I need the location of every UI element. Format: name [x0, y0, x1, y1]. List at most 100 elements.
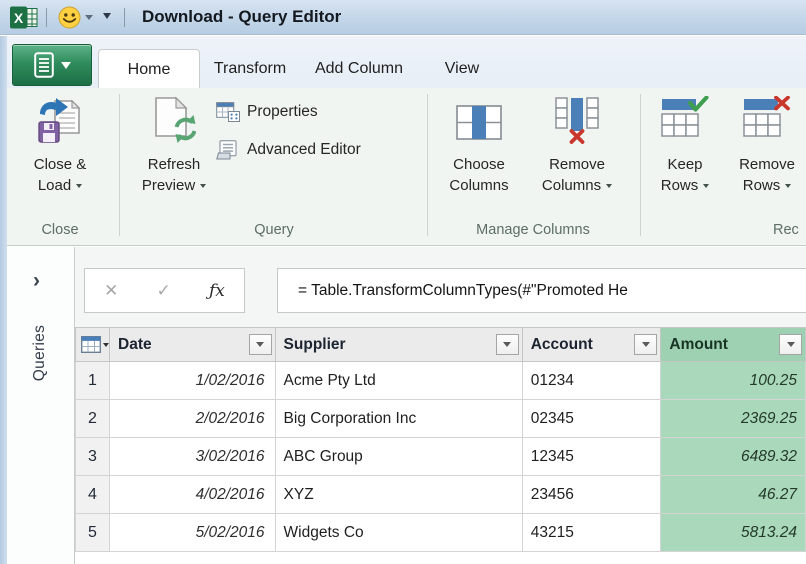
file-menu-button[interactable] — [12, 44, 92, 86]
button-label: Remove — [549, 156, 605, 173]
cell-date[interactable]: 4/02/2016 — [110, 476, 276, 514]
filter-button-amount[interactable] — [779, 334, 802, 355]
table-row: 1 1/02/2016 Acme Pty Ltd 01234 100.25 — [76, 362, 806, 400]
toolbar-customize-icon[interactable] — [100, 11, 113, 19]
row-number[interactable]: 4 — [76, 476, 110, 514]
button-label: Preview — [142, 177, 195, 194]
column-header-date[interactable]: Date — [110, 328, 276, 362]
refresh-preview-icon — [126, 96, 222, 154]
formula-input[interactable]: = Table.TransformColumnTypes(#"Promoted … — [277, 268, 806, 313]
group-label-query: Query — [126, 222, 422, 238]
data-preview-table: Date Supplier Account Amount 1 1/02/2016… — [75, 327, 806, 552]
button-label: Load — [38, 177, 71, 194]
cell-supplier[interactable]: Big Corporation Inc — [275, 400, 522, 438]
header-row: Date Supplier Account Amount — [76, 328, 806, 362]
choose-columns-button[interactable]: Choose Columns — [434, 96, 524, 196]
remove-rows-icon — [724, 96, 806, 154]
cell-account[interactable]: 01234 — [522, 362, 661, 400]
tab-add-column[interactable]: Add Column — [300, 49, 418, 88]
group-label-manage-columns: Manage Columns — [434, 222, 632, 238]
cell-supplier[interactable]: ABC Group — [275, 438, 522, 476]
table-corner-button[interactable] — [76, 328, 110, 362]
cancel-formula-button[interactable]: ✕ — [104, 281, 118, 301]
advanced-editor-button[interactable]: Advanced Editor — [216, 140, 361, 160]
cell-date[interactable]: 1/02/2016 — [110, 362, 276, 400]
button-label: Rows — [661, 177, 699, 194]
table-icon — [81, 336, 101, 353]
filter-button-account[interactable] — [634, 334, 657, 355]
cell-account[interactable]: 02345 — [522, 400, 661, 438]
excel-app-icon[interactable]: X — [10, 6, 38, 34]
button-label: Remove — [739, 156, 795, 173]
row-number[interactable]: 1 — [76, 362, 110, 400]
cell-amount[interactable]: 6489.32 — [661, 438, 806, 476]
properties-button[interactable]: Properties — [216, 102, 318, 122]
file-list-icon — [34, 52, 54, 78]
cell-date[interactable]: 2/02/2016 — [110, 400, 276, 438]
button-label: Columns — [449, 177, 508, 194]
ribbon-tab-row: Home Transform Add Column View — [0, 36, 806, 88]
button-label: Advanced Editor — [247, 141, 361, 159]
window-left-border — [0, 36, 7, 564]
keep-rows-button[interactable]: Keep Rows — [648, 96, 722, 196]
smiley-dropdown-icon[interactable] — [85, 15, 93, 20]
button-label: Rows — [743, 177, 781, 194]
accept-formula-button[interactable]: ✓ — [157, 281, 171, 301]
column-header-amount[interactable]: Amount — [661, 328, 806, 362]
row-number[interactable]: 2 — [76, 400, 110, 438]
group-separator — [427, 94, 428, 236]
button-label: Columns — [542, 177, 601, 194]
ribbon: Close & Load Refresh Preview — [0, 88, 806, 246]
cell-account[interactable]: 43215 — [522, 514, 661, 552]
cell-date[interactable]: 3/02/2016 — [110, 438, 276, 476]
dropdown-caret-icon — [76, 184, 82, 188]
queries-pane-collapsed: › Queries — [7, 247, 75, 564]
column-header-supplier[interactable]: Supplier — [275, 328, 522, 362]
remove-rows-button[interactable]: Remove Rows — [724, 96, 806, 196]
button-label: Properties — [247, 103, 318, 121]
dropdown-caret-icon — [61, 62, 71, 69]
smiley-icon[interactable] — [58, 6, 81, 34]
button-label: Close & — [34, 156, 87, 173]
filter-button-date[interactable] — [249, 334, 272, 355]
remove-columns-icon — [528, 96, 626, 154]
expand-pane-icon[interactable]: › — [33, 271, 40, 291]
column-header-label: Date — [118, 336, 152, 353]
group-label-close: Close — [14, 222, 106, 238]
cell-amount[interactable]: 2369.25 — [661, 400, 806, 438]
cell-supplier[interactable]: XYZ — [275, 476, 522, 514]
dropdown-caret-icon — [785, 184, 791, 188]
cell-supplier[interactable]: Acme Pty Ltd — [275, 362, 522, 400]
tab-home[interactable]: Home — [98, 49, 200, 88]
dropdown-caret-icon — [606, 184, 612, 188]
row-number[interactable]: 5 — [76, 514, 110, 552]
cell-amount[interactable]: 100.25 — [661, 362, 806, 400]
row-number[interactable]: 3 — [76, 438, 110, 476]
column-header-label: Supplier — [284, 336, 346, 353]
cell-account[interactable]: 23456 — [522, 476, 661, 514]
column-header-account[interactable]: Account — [522, 328, 661, 362]
advanced-editor-icon — [216, 140, 240, 160]
cell-date[interactable]: 5/02/2016 — [110, 514, 276, 552]
keep-rows-icon — [648, 96, 722, 154]
button-label: Keep — [667, 156, 702, 173]
tab-transform[interactable]: Transform — [200, 49, 300, 88]
tab-view[interactable]: View — [418, 49, 506, 88]
refresh-preview-button[interactable]: Refresh Preview — [126, 96, 222, 196]
filter-button-supplier[interactable] — [496, 334, 519, 355]
choose-columns-icon — [434, 96, 524, 154]
close-and-load-button[interactable]: Close & Load — [14, 96, 106, 196]
column-header-label: Amount — [669, 336, 728, 353]
cell-account[interactable]: 12345 — [522, 438, 661, 476]
column-header-label: Account — [531, 336, 593, 353]
table-row: 3 3/02/2016 ABC Group 12345 6489.32 — [76, 438, 806, 476]
close-and-load-icon — [14, 96, 106, 154]
remove-columns-button[interactable]: Remove Columns — [528, 96, 626, 196]
svg-text:X: X — [14, 10, 24, 26]
table-row: 5 5/02/2016 Widgets Co 43215 5813.24 — [76, 514, 806, 552]
dropdown-caret-icon — [200, 184, 206, 188]
dropdown-caret-icon — [703, 184, 709, 188]
cell-supplier[interactable]: Widgets Co — [275, 514, 522, 552]
cell-amount[interactable]: 5813.24 — [661, 514, 806, 552]
cell-amount[interactable]: 46.27 — [661, 476, 806, 514]
